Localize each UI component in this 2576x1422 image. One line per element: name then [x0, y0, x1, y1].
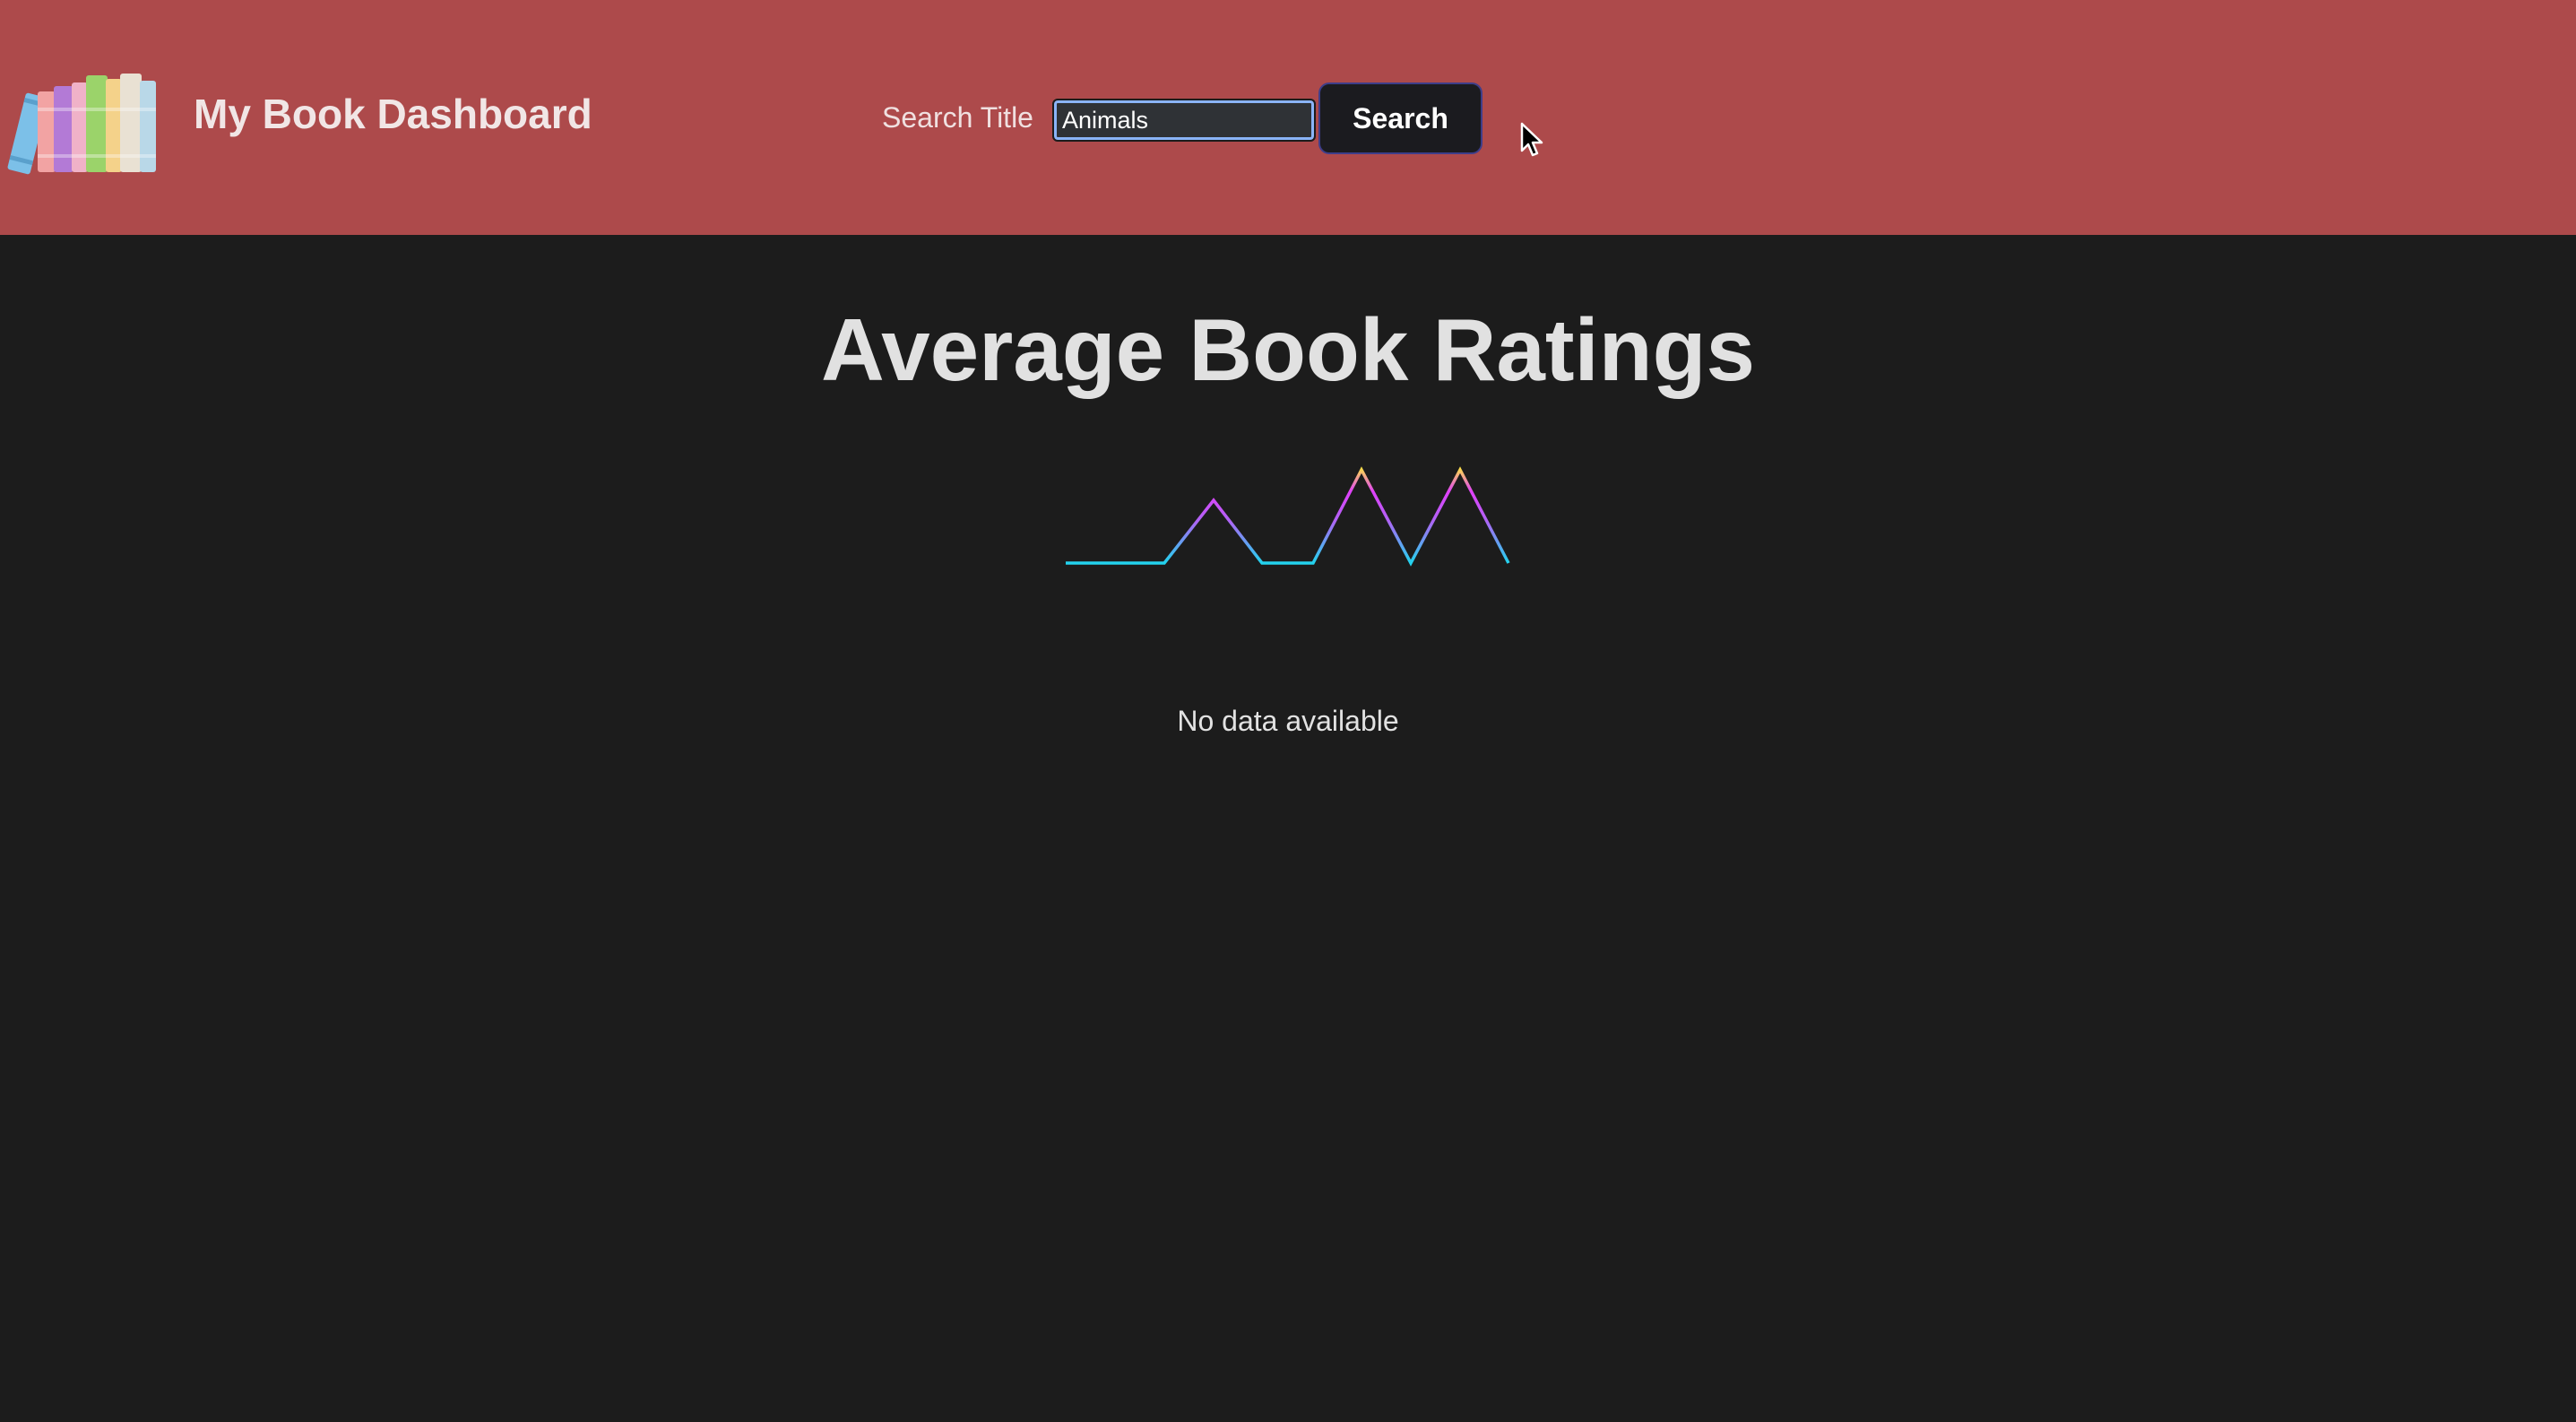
top-header: My Book Dashboard Search Title Search: [0, 0, 2576, 235]
books-icon: [7, 74, 156, 175]
page-title: Average Book Ratings: [821, 300, 1755, 399]
mouse-pointer-icon: [1520, 122, 1543, 157]
app-title: My Book Dashboard: [194, 91, 592, 137]
search-title-label: Search Title: [882, 101, 1033, 134]
search-button[interactable]: Search: [1318, 82, 1482, 154]
search-title-input[interactable]: [1052, 99, 1316, 142]
sparkline-loader-icon: [1066, 466, 1510, 567]
no-data-message: No data available: [1177, 705, 1399, 737]
